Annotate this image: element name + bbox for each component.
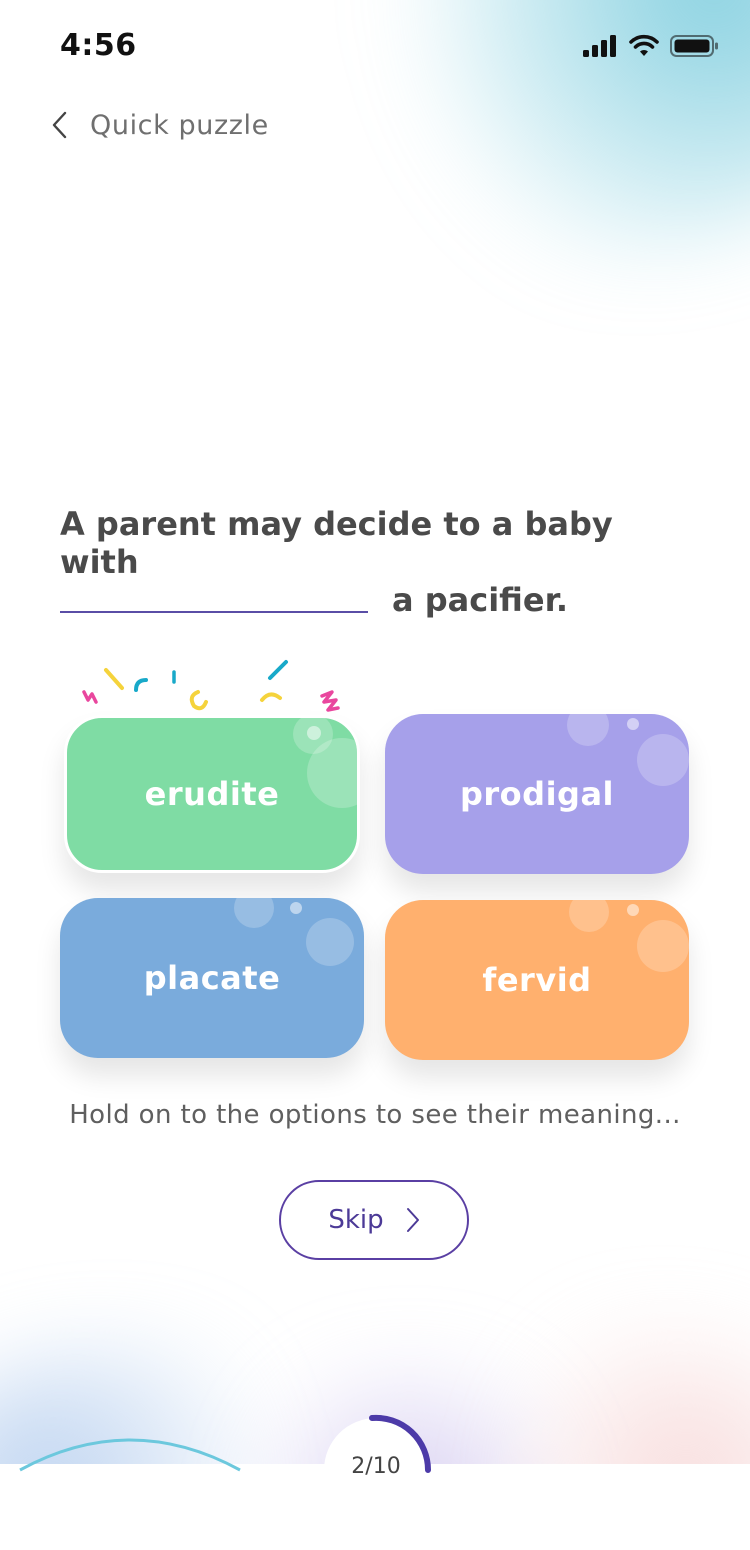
back-navigation[interactable]: Quick puzzle <box>50 105 269 145</box>
skip-button[interactable]: Skip <box>279 1180 469 1260</box>
bubble-decoration <box>627 718 639 730</box>
status-time: 4:56 <box>60 28 137 63</box>
option-label: fervid <box>482 961 592 999</box>
bubble-decoration <box>627 904 639 916</box>
page-title: Quick puzzle <box>90 109 269 141</box>
option-fervid[interactable]: fervid <box>385 900 689 1060</box>
battery-icon <box>670 35 718 57</box>
bubble-decoration <box>569 900 609 932</box>
wifi-icon <box>629 34 659 56</box>
option-label: placate <box>143 959 281 997</box>
chevron-right-icon <box>406 1208 419 1232</box>
option-label: erudite <box>144 775 280 813</box>
bubble-decoration <box>306 918 354 966</box>
progress-text: 2/10 <box>351 1454 401 1479</box>
bubble-decoration <box>637 920 689 972</box>
bottom-arc-decoration <box>19 1438 241 1472</box>
hint-text: Hold on to the options to see their mean… <box>69 1100 681 1130</box>
signal-icon <box>583 35 616 57</box>
option-prodigal[interactable]: prodigal <box>385 714 689 874</box>
question-text: A parent may decide to a baby with <box>60 505 613 582</box>
question-tail-text: a pacifier. <box>392 581 568 619</box>
option-placate[interactable]: placate <box>60 898 364 1058</box>
bubble-decoration <box>567 714 609 746</box>
bubble-decoration <box>637 734 689 786</box>
progress-indicator: 2/10 <box>320 1414 432 1526</box>
bubble-decoration <box>290 902 302 914</box>
question-line-2: a pacifier. <box>60 575 700 625</box>
answer-blank <box>60 611 368 613</box>
confetti-decoration <box>82 660 340 712</box>
bubble-decoration <box>234 898 274 928</box>
bubble-decoration <box>307 726 321 740</box>
skip-label: Skip <box>328 1205 384 1235</box>
option-label: prodigal <box>459 775 614 813</box>
chevron-left-icon[interactable] <box>50 110 70 140</box>
status-icons <box>582 34 720 58</box>
option-erudite[interactable]: erudite <box>64 715 360 873</box>
background-gradient-pink <box>470 1324 750 1464</box>
status-bar: 4:56 <box>0 0 750 90</box>
